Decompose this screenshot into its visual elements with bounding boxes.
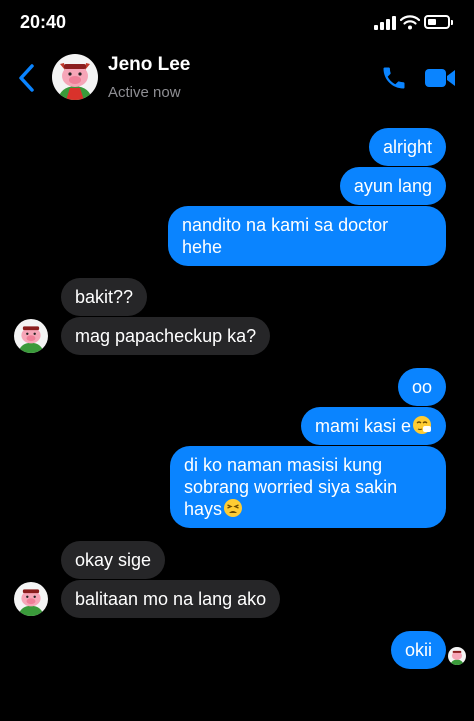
message-incoming[interactable]: bakit??	[61, 278, 148, 316]
message-outgoing[interactable]: mami kasi e	[300, 407, 446, 445]
message-outgoing[interactable]: ayun lang	[339, 167, 446, 205]
seen-receipt-avatar	[448, 647, 466, 665]
cellular-signal-icon	[374, 16, 396, 30]
active-status: Active now	[108, 84, 181, 101]
contact-avatar-small[interactable]	[14, 319, 48, 353]
message-text: mami kasi e	[314, 416, 411, 436]
back-chevron-icon[interactable]	[14, 62, 40, 94]
wifi-icon	[400, 15, 420, 30]
message-incoming[interactable]: mag papacheckup ka?	[61, 317, 271, 355]
contact-avatar[interactable]	[52, 54, 98, 100]
message-incoming[interactable]: balitaan mo na lang ako	[61, 580, 281, 618]
contact-avatar-small[interactable]	[14, 582, 48, 616]
contact-name[interactable]: Jeno Lee	[108, 54, 190, 76]
battery-fill	[428, 19, 436, 25]
battery-icon	[424, 15, 453, 29]
message-outgoing[interactable]: nandito na kami sa doctor hehe	[168, 206, 446, 266]
message-outgoing[interactable]: oo	[397, 368, 446, 406]
message-outgoing[interactable]: di ko naman masisi kung sobrang worried …	[170, 446, 446, 528]
message-outgoing[interactable]: okii	[390, 631, 446, 669]
sneezing-face-emoji-icon	[413, 416, 431, 434]
video-camera-icon[interactable]	[424, 66, 456, 90]
phone-icon[interactable]	[380, 64, 408, 92]
tired-face-emoji-icon	[224, 499, 243, 517]
message-text: di ko naman masisi kung sobrang worried …	[184, 455, 398, 519]
message-outgoing[interactable]: alright	[368, 128, 446, 166]
message-incoming[interactable]: okay sige	[61, 541, 166, 579]
status-time: 20:40	[20, 12, 67, 32]
